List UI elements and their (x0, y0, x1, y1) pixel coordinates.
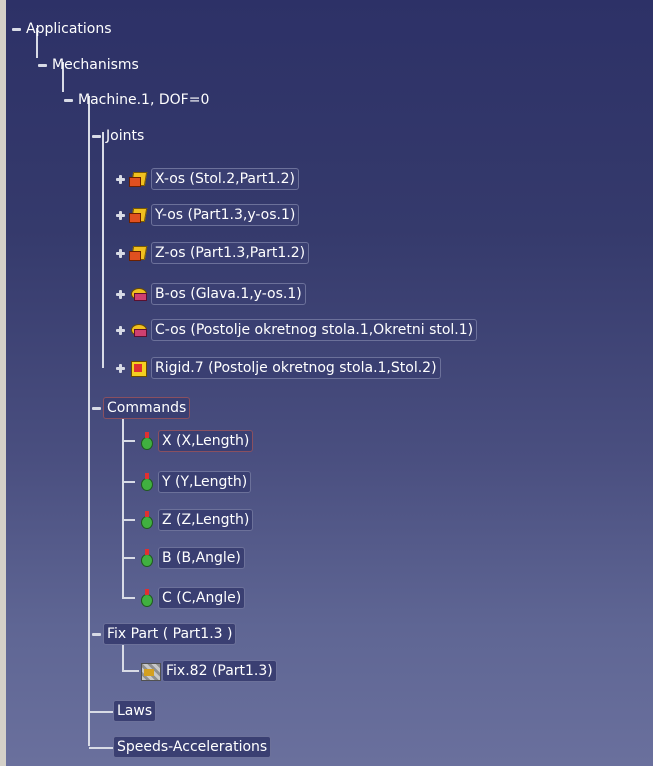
tree-node-joints[interactable]: Joints (92, 125, 147, 147)
tree-node-joint[interactable]: X-os (Stol.2,Part1.2) (116, 168, 299, 190)
tree-line (88, 96, 90, 746)
node-label: X-os (Stol.2,Part1.2) (151, 168, 299, 190)
command-icon (135, 588, 157, 608)
expand-icon[interactable] (116, 363, 125, 373)
node-label: Machine.1, DOF=0 (78, 92, 210, 108)
fix-icon (139, 661, 161, 681)
rigid-joint-icon (128, 358, 150, 378)
node-label: Z (Z,Length) (158, 509, 254, 531)
tree-node-mechanisms[interactable]: Mechanisms (38, 54, 142, 76)
node-label: B-os (Glava.1,y-os.1) (151, 283, 306, 305)
tree-node-laws[interactable]: Laws (113, 700, 157, 722)
tree-node-command[interactable]: B (B,Angle) (135, 547, 245, 569)
tree-line (89, 747, 113, 749)
node-label: Laws (113, 700, 157, 722)
collapse-icon[interactable] (92, 404, 101, 413)
tree-line (123, 440, 135, 442)
node-label: Fix.82 (Part1.3) (162, 660, 277, 682)
tree-line (123, 481, 135, 483)
tree-node-command[interactable]: X (X,Length) (135, 430, 254, 452)
revolute-joint-icon (128, 320, 150, 340)
node-label: Y (Y,Length) (158, 471, 252, 493)
prismatic-joint-icon (128, 205, 150, 225)
command-icon (135, 431, 157, 451)
tree-node-machine[interactable]: Machine.1, DOF=0 (64, 89, 212, 111)
command-icon (135, 548, 157, 568)
expand-icon[interactable] (116, 174, 125, 184)
tree-line (123, 519, 135, 521)
collapse-icon[interactable] (38, 61, 47, 70)
command-icon (135, 510, 157, 530)
tree-line (89, 711, 113, 713)
tree-node-joint[interactable]: B-os (Glava.1,y-os.1) (116, 283, 306, 305)
tree-line (122, 419, 124, 599)
node-label: Z-os (Part1.3,Part1.2) (151, 242, 310, 264)
tree-line (123, 597, 135, 599)
collapse-icon[interactable] (92, 132, 101, 141)
collapse-icon[interactable] (64, 96, 73, 105)
tree-node-joint[interactable]: Y-os (Part1.3,y-os.1) (116, 204, 300, 226)
tree-node-speeds-accelerations[interactable]: Speeds-Accelerations (113, 736, 272, 758)
prismatic-joint-icon (128, 169, 150, 189)
tree-node-command[interactable]: C (C,Angle) (135, 587, 246, 609)
node-label: Speeds-Accelerations (113, 736, 272, 758)
node-label: Joints (106, 128, 145, 144)
tree-line (102, 132, 104, 368)
node-label: C-os (Postolje okretnog stola.1,Okretni … (151, 319, 478, 341)
node-label: Y-os (Part1.3,y-os.1) (151, 204, 300, 226)
collapse-icon[interactable] (12, 25, 21, 34)
command-icon (135, 472, 157, 492)
node-label: Mechanisms (52, 57, 139, 73)
expand-icon[interactable] (116, 248, 125, 258)
tree-node-command[interactable]: Y (Y,Length) (135, 471, 252, 493)
specification-tree: Applications Mechanisms Machine.1, DOF=0… (6, 0, 653, 766)
tree-node-commands[interactable]: Commands (92, 397, 191, 419)
expand-icon[interactable] (116, 289, 125, 299)
node-label: Rigid.7 (Postolje okretnog stola.1,Stol.… (151, 357, 441, 379)
tree-line (123, 557, 135, 559)
expand-icon[interactable] (116, 325, 125, 335)
node-label: Applications (26, 21, 112, 37)
tree-node-fix[interactable]: Fix.82 (Part1.3) (139, 660, 277, 682)
node-label: Commands (103, 397, 191, 419)
tree-node-applications[interactable]: Applications (12, 18, 115, 40)
tree-node-joint[interactable]: Z-os (Part1.3,Part1.2) (116, 242, 310, 264)
tree-node-command[interactable]: Z (Z,Length) (135, 509, 254, 531)
prismatic-joint-icon (128, 243, 150, 263)
node-label: X (X,Length) (158, 430, 254, 452)
node-label: Fix Part ( Part1.3 ) (103, 623, 237, 645)
tree-node-joint[interactable]: C-os (Postolje okretnog stola.1,Okretni … (116, 319, 478, 341)
tree-line (123, 670, 139, 672)
collapse-icon[interactable] (92, 630, 101, 639)
expand-icon[interactable] (116, 210, 125, 220)
revolute-joint-icon (128, 284, 150, 304)
node-label: C (C,Angle) (158, 587, 246, 609)
tree-node-joint[interactable]: Rigid.7 (Postolje okretnog stola.1,Stol.… (116, 357, 441, 379)
tree-node-fix-part[interactable]: Fix Part ( Part1.3 ) (92, 623, 237, 645)
node-label: B (B,Angle) (158, 547, 245, 569)
